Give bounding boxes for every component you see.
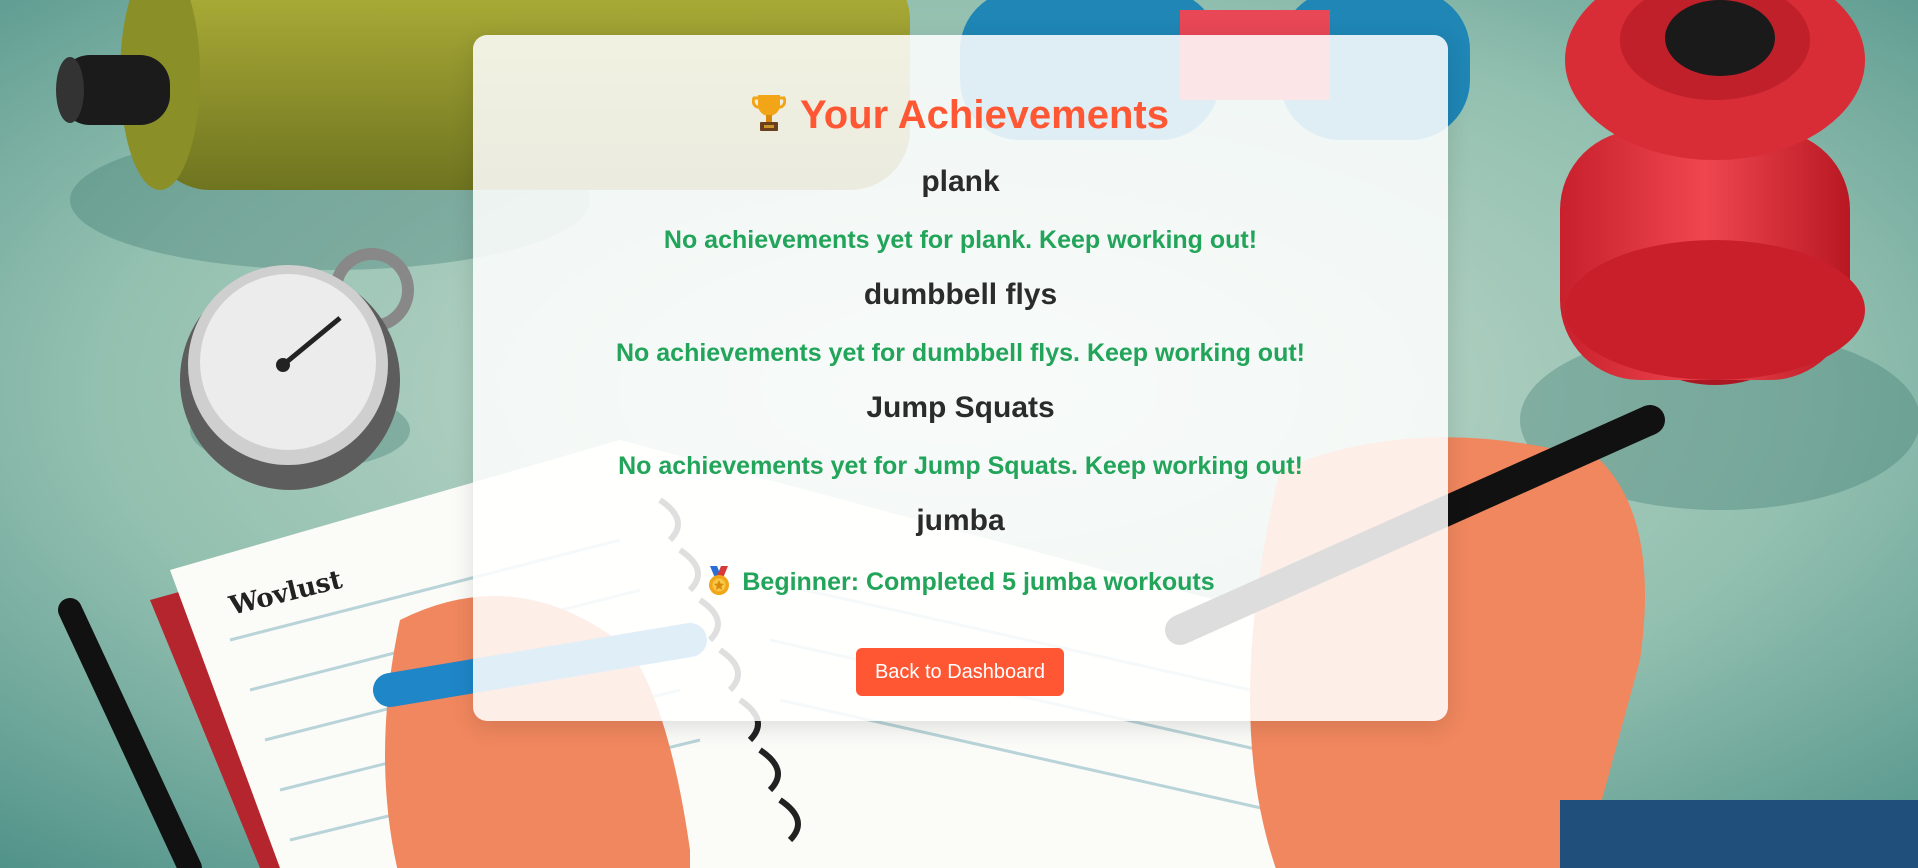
medal-icon <box>706 566 732 603</box>
achievement-item-jumba: Beginner: Completed 5 jumba workouts <box>473 566 1448 603</box>
section-title-plank: plank <box>921 165 1000 198</box>
section-title-dumbbell-flys: dumbbell flys <box>863 278 1058 311</box>
section-title-jumba: jumba <box>916 504 1005 537</box>
page-title: Your Achievements <box>473 91 1448 143</box>
achievement-text-jumba: Beginner: Completed 5 jumba workouts <box>742 568 1215 596</box>
section-title-jump-squats: Jump Squats <box>866 391 1055 424</box>
achievement-message-dumbbell-flys: No achievements yet for dumbbell flys. K… <box>615 339 1305 367</box>
achievements-card: Your Achievements plank No achievements … <box>473 35 1448 721</box>
back-to-dashboard-button[interactable]: Back to Dashboard <box>856 648 1064 696</box>
achievement-message-plank: No achievements yet for plank. Keep work… <box>663 226 1258 254</box>
trophy-icon <box>751 92 787 143</box>
achievement-message-jump-squats: No achievements yet for Jump Squats. Kee… <box>618 452 1303 480</box>
page-title-text: Your Achievements <box>799 93 1169 137</box>
red-weight-illustration <box>1560 0 1865 385</box>
